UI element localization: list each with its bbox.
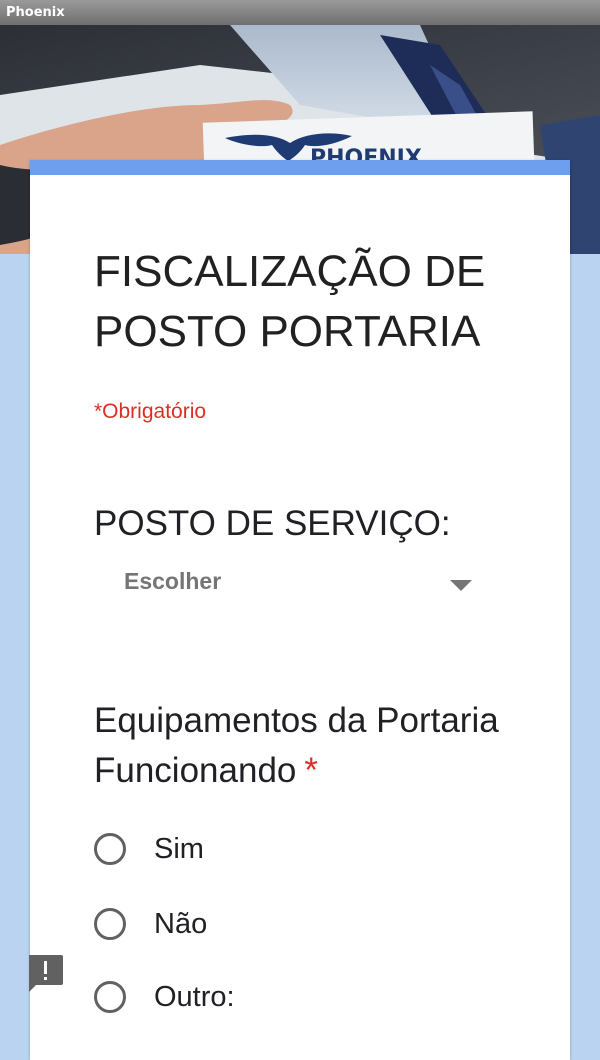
required-asterisk: *: [304, 751, 319, 790]
required-note: *Obrigatório: [94, 400, 207, 423]
radio-outro[interactable]: [94, 981, 126, 1013]
card-accent-bar: [30, 160, 570, 175]
option-sim[interactable]: Sim: [94, 832, 494, 872]
question-equipamentos-label: Equipamentos da Portaria Funcionando: [94, 701, 499, 790]
dropdown-selected-value: Escolher: [124, 568, 222, 594]
form-title: FISCALIZAÇÃO DE POSTO PORTARIA: [94, 247, 486, 356]
option-sim-label: Sim: [154, 833, 204, 865]
posto-dropdown[interactable]: Escolher: [94, 556, 484, 602]
feedback-icon[interactable]: [26, 953, 64, 993]
question-equipamentos-title: Equipamentos da Portaria Funcionando *: [94, 696, 514, 796]
option-nao-label: Não: [154, 908, 208, 940]
window-title-bar: Phoenix: [0, 0, 600, 25]
question-posto-title: POSTO DE SERVIÇO:: [94, 504, 451, 543]
option-outro[interactable]: Outro:: [94, 980, 494, 1020]
chevron-down-icon: [450, 580, 472, 591]
radio-sim[interactable]: [94, 833, 126, 865]
form-card: FISCALIZAÇÃO DE POSTO PORTARIA *Obrigató…: [30, 160, 570, 1060]
option-outro-label: Outro:: [154, 981, 235, 1013]
window-title: Phoenix: [6, 5, 65, 20]
radio-nao[interactable]: [94, 908, 126, 940]
option-nao[interactable]: Não: [94, 907, 494, 947]
